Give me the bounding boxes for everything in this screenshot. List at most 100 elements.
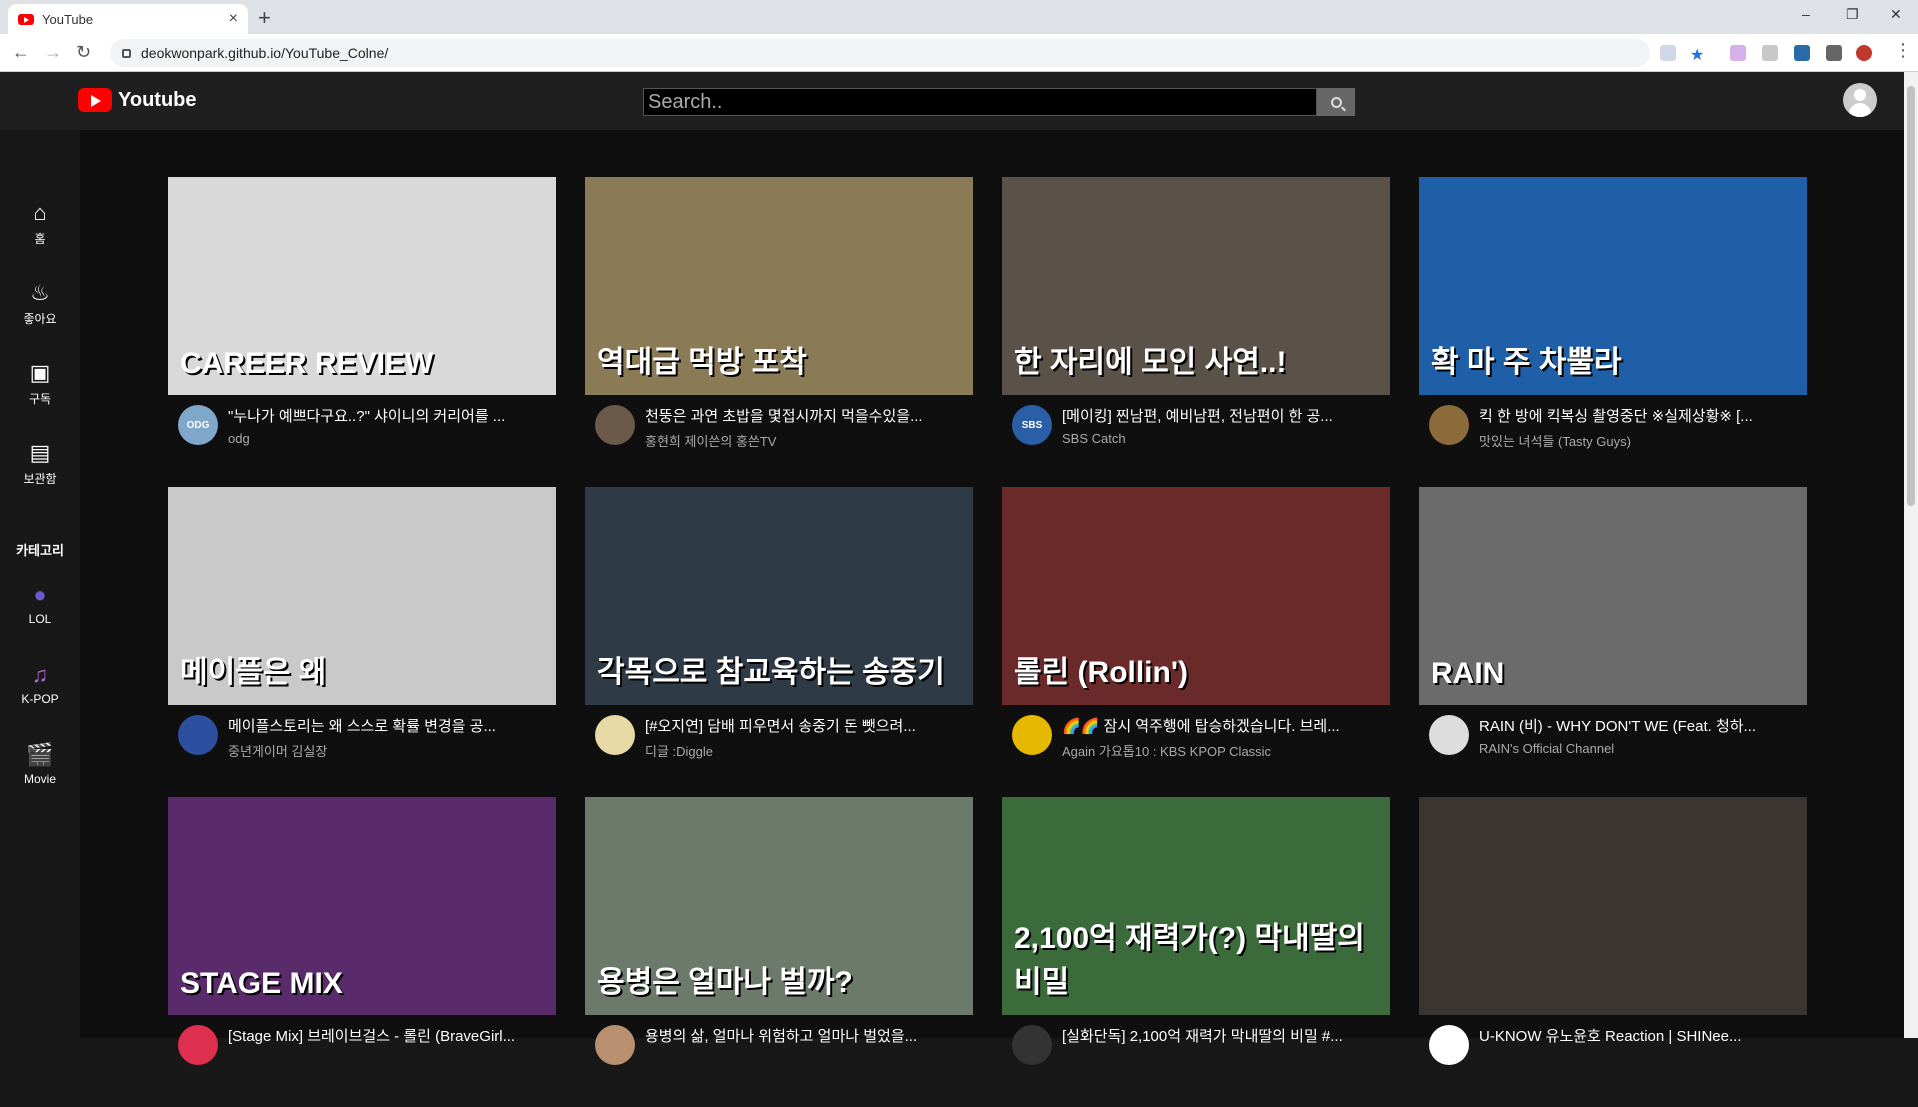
video-thumbnail[interactable]: 메이플은 왜 [168, 487, 556, 705]
channel-name[interactable]: 중년게이머 김실장 [228, 741, 556, 760]
video-title[interactable]: [실화단독] 2,100억 재력가 막내딸의 비밀 #... [1062, 1025, 1390, 1046]
sidebar-item-label: 홈 [34, 232, 46, 246]
cast-icon[interactable] [1762, 45, 1778, 61]
video-thumbnail[interactable]: CAREER REVIEW [168, 177, 556, 395]
channel-avatar[interactable] [595, 715, 635, 755]
search-button[interactable] [1317, 88, 1355, 116]
video-title[interactable]: 킥 한 방에 킥복싱 촬영중단 ※실제상황※ [... [1479, 405, 1807, 426]
video-title[interactable]: RAIN (비) - WHY DON'T WE (Feat. 청하... [1479, 715, 1807, 736]
video-title[interactable]: [메이킹] 찐남편, 예비남편, 전남편이 한 공... [1062, 405, 1390, 426]
channel-name[interactable]: 홍현희 제이쓴의 홍쓴TV [645, 431, 973, 450]
channel-name[interactable]: 맛있는 녀석들 (Tasty Guys) [1479, 431, 1807, 450]
video-card[interactable]: 메이플은 왜메이플스토리는 왜 스스로 확률 변경을 공... 중년게이머 김실장 [168, 487, 556, 797]
channel-name[interactable]: 디글 :Diggle [645, 741, 973, 760]
search-input[interactable] [643, 88, 1318, 116]
bookmark-star-icon[interactable]: ★ [1690, 45, 1706, 64]
video-thumbnail[interactable]: STAGE MIX [168, 797, 556, 1015]
logo[interactable]: Youtube [78, 88, 197, 112]
video-card[interactable]: STAGE MIX [Stage Mix] 브레이브걸스 - 롤린 (BraveG… [168, 797, 556, 1107]
home-icon: ⌂ [33, 200, 47, 225]
channel-name[interactable]: Again 가요톱10 : KBS KPOP Classic [1062, 741, 1390, 760]
video-title[interactable]: 용병의 삶, 얼마나 위험하고 얼마나 벌었을... [645, 1025, 973, 1046]
browser-tab[interactable]: YouTube × [8, 4, 248, 34]
close-window-button[interactable]: ✕ [1890, 6, 1902, 23]
video-card[interactable]: 역대급 먹방 포착천뚱은 과연 초밥을 몇접시까지 먹을수있을... 홍현희 제이… [585, 177, 973, 487]
channel-avatar[interactable] [1429, 715, 1469, 755]
channel-avatar[interactable] [1012, 715, 1052, 755]
video-card[interactable]: 2,100억 재력가(?) 막내딸의 비밀 [실화단독] 2,100억 재력가 막… [1002, 797, 1390, 1107]
video-thumbnail[interactable]: 한 자리에 모인 사연..! [1002, 177, 1390, 395]
video-card[interactable]: 확 마 주 차뿔라킥 한 방에 킥복싱 촬영중단 ※실제상황※ [... 맛있는 … [1419, 177, 1807, 487]
video-title[interactable]: "누나가 예쁘다구요..?" 샤이니의 커리어를 ... [228, 405, 556, 426]
channel-avatar[interactable]: ODG [178, 405, 218, 445]
tab-close-icon[interactable]: × [229, 10, 238, 28]
minimize-button[interactable]: – [1802, 6, 1810, 22]
thumbnail-caption: STAGE MIX [180, 967, 343, 1000]
video-thumbnail[interactable] [1419, 797, 1807, 1015]
channel-avatar[interactable] [595, 405, 635, 445]
sidebar-item-subscriptions[interactable]: ▣ 구독 [0, 360, 80, 407]
video-card[interactable]: 용병은 얼마나 벌까? 용병의 삶, 얼마나 위험하고 얼마나 벌었을... [585, 797, 973, 1107]
video-card[interactable]: 롤린 (Rollin') 🌈🌈 잠시 역주행에 탑승하겠습니다. 브레... Aga… [1002, 487, 1390, 797]
sidebar-item-movie[interactable]: 🎬 Movie [0, 742, 80, 786]
app: Youtube ⌂ 홈 ♨ 좋아요 ▣ 구독 ▤ 보관함 카테고 [0, 72, 1904, 1065]
channel-avatar[interactable]: SBS [1012, 405, 1052, 445]
forward-icon[interactable]: → [44, 42, 62, 63]
channel-avatar[interactable] [1012, 1025, 1052, 1065]
youtube-favicon-icon [18, 13, 34, 25]
page-scrollbar[interactable] [1904, 72, 1918, 1038]
video-title[interactable]: [Stage Mix] 브레이브걸스 - 롤린 (BraveGirl... [228, 1025, 556, 1046]
scrollbar-thumb[interactable] [1907, 86, 1915, 506]
video-card[interactable]: RAIN RAIN (비) - WHY DON'T WE (Feat. 청하...… [1419, 487, 1807, 797]
sidebar-item-label: 구독 [28, 392, 52, 406]
sidebar-item-likes[interactable]: ♨ 좋아요 [0, 280, 80, 327]
video-thumbnail[interactable]: 각목으로 참교육하는 송중기 [585, 487, 973, 705]
menu-icon[interactable]: ⋮ [1894, 40, 1912, 61]
maximize-button[interactable]: ❐ [1846, 6, 1859, 23]
youtube-logo-icon [78, 88, 112, 112]
video-card[interactable]: 각목으로 참교육하는 송중기 [#오지연] 담배 피우면서 송중기 돈 뺏으려..… [585, 487, 973, 797]
video-card[interactable]: CAREER REVIEW ODG "누나가 예쁘다구요..?" 샤이니의 커리어를… [168, 177, 556, 487]
translate-icon[interactable] [1660, 45, 1676, 61]
video-thumbnail[interactable]: 확 마 주 차뿔라 [1419, 177, 1807, 395]
video-card[interactable]: U-KNOW 유노윤호 Reaction | SHINee... [1419, 797, 1807, 1107]
sidebar-item-kpop[interactable]: ♫ K-POP [0, 662, 80, 706]
video-title[interactable]: 천뚱은 과연 초밥을 몇접시까지 먹을수있을... [645, 405, 973, 426]
channel-avatar[interactable] [595, 1025, 635, 1065]
thumbnail-caption: 각목으로 참교육하는 송중기 [597, 656, 945, 689]
video-thumbnail[interactable]: 역대급 먹방 포착 [585, 177, 973, 395]
video-title[interactable]: 메이플스토리는 왜 스스로 확률 변경을 공... [228, 715, 556, 736]
extension-icon[interactable] [1794, 45, 1810, 61]
channel-avatar[interactable] [178, 715, 218, 755]
channel-name[interactable]: odg [228, 431, 556, 446]
puzzle-icon[interactable] [1826, 45, 1842, 61]
new-tab-button[interactable]: + [258, 5, 271, 31]
video-title[interactable]: U-KNOW 유노윤호 Reaction | SHINee... [1479, 1025, 1807, 1046]
main-content: CAREER REVIEW ODG "누나가 예쁘다구요..?" 샤이니의 커리어를… [80, 130, 1904, 1065]
profile-icon[interactable] [1856, 45, 1872, 61]
user-avatar[interactable] [1843, 83, 1877, 117]
video-thumbnail[interactable]: 롤린 (Rollin') [1002, 487, 1390, 705]
sidebar-item-library[interactable]: ▤ 보관함 [0, 440, 80, 487]
sidebar-item-home[interactable]: ⌂ 홈 [0, 200, 80, 247]
search-bar [643, 88, 1355, 116]
video-card[interactable]: 한 자리에 모인 사연..! SBS [메이킹] 찐남편, 예비남편, 전남편이 한… [1002, 177, 1390, 487]
channel-avatar[interactable] [1429, 1025, 1469, 1065]
back-icon[interactable]: ← [12, 42, 30, 63]
channel-name[interactable]: RAIN's Official Channel [1479, 741, 1807, 756]
thumbnail-caption: RAIN [1431, 657, 1505, 690]
channel-name[interactable]: SBS Catch [1062, 431, 1390, 446]
video-thumbnail[interactable]: 용병은 얼마나 벌까? [585, 797, 973, 1015]
sidebar-item-lol[interactable]: ● LOL [0, 582, 80, 626]
channel-avatar[interactable] [1429, 405, 1469, 445]
video-grid: CAREER REVIEW ODG "누나가 예쁘다구요..?" 샤이니의 커리어를… [168, 177, 1807, 1107]
video-thumbnail[interactable]: 2,100억 재력가(?) 막내딸의 비밀 [1002, 797, 1390, 1015]
video-title[interactable]: [#오지연] 담배 피우면서 송중기 돈 뺏으려... [645, 715, 973, 736]
video-title[interactable]: 🌈🌈 잠시 역주행에 탑승하겠습니다. 브레... [1062, 715, 1390, 736]
video-thumbnail[interactable]: RAIN [1419, 487, 1807, 705]
address-bar[interactable]: deokwonpark.github.io/YouTube_Colne/ [110, 39, 1650, 67]
channel-avatar[interactable] [178, 1025, 218, 1065]
reload-icon[interactable]: ↻ [76, 42, 91, 63]
browser-toolbar: ← → ↻ deokwonpark.github.io/YouTube_Coln… [0, 34, 1918, 72]
extension-icon[interactable] [1730, 45, 1746, 61]
